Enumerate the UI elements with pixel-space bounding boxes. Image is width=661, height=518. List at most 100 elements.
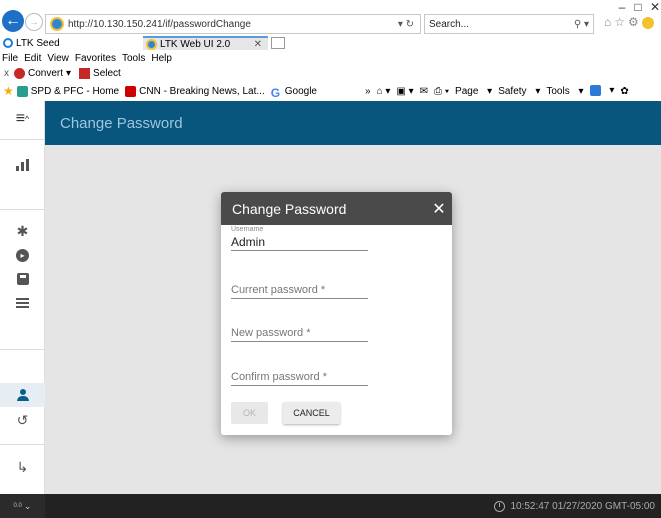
username-label: Username — [231, 226, 264, 233]
convert-pdf-icon — [14, 67, 25, 79]
change-password-dialog: Change Password ✕ Username Admin Current… — [221, 192, 452, 435]
confirm-password-field[interactable]: Confirm password * — [231, 371, 368, 386]
sidebar-item-storage[interactable] — [0, 267, 45, 291]
settings-gear-icon[interactable]: ⚙ — [628, 15, 642, 29]
favorite-google[interactable]: G Google — [270, 85, 317, 100]
safety-menu[interactable]: Safety ▾ — [498, 86, 540, 97]
bar-chart-icon — [16, 159, 29, 171]
tab-label: LTK Web UI 2.0 — [160, 38, 231, 50]
menu-help[interactable]: Help — [151, 53, 172, 64]
home-page-icon[interactable]: ⌂ ▾ — [377, 86, 391, 97]
tab-label: LTK Seed — [16, 37, 60, 49]
search-box[interactable]: Search... ⚲ ▾ — [424, 14, 594, 34]
command-bar: x Convert ▾ Select — [0, 66, 121, 80]
help-icon[interactable]: ▾ — [589, 85, 614, 97]
current-password-field[interactable]: Current password * — [231, 284, 368, 299]
favorites-tools: » ⌂ ▾ ▣ ▾ ✉ ⎙ ▾ Page ▾ Safety ▾ Tools ▾ … — [365, 82, 635, 100]
print-icon[interactable]: ⎙ ▾ — [434, 86, 449, 97]
close-icon[interactable]: ✕ — [426, 199, 452, 219]
clock-icon — [494, 500, 506, 512]
spd-icon — [16, 85, 28, 97]
status-time: 10:52:47 01/27/2020 GMT-05:00 — [510, 500, 655, 512]
menu-favorites[interactable]: Favorites — [75, 53, 116, 64]
ie-page-icon — [50, 17, 64, 31]
select-button[interactable]: Select — [93, 68, 121, 79]
sidebar-item-user[interactable] — [0, 383, 45, 407]
chevron-down-icon[interactable]: ⌄ — [24, 501, 32, 512]
sidebar-item-settings[interactable]: ✱ — [0, 219, 45, 243]
tab-favicon-icon — [3, 38, 13, 48]
sidebar-item-logout[interactable]: ↳ — [0, 455, 45, 479]
menu-edit[interactable]: Edit — [24, 53, 41, 64]
extension-icon[interactable]: ✿ — [620, 86, 628, 97]
gear-icon: ✱ — [16, 222, 29, 239]
menu-tools[interactable]: Tools — [122, 53, 145, 64]
back-arrow-icon[interactable]: ← — [2, 10, 24, 32]
page-title: Change Password — [60, 114, 183, 132]
smiley-feedback-icon[interactable] — [641, 16, 654, 29]
confirm-password-input[interactable]: Confirm password * — [231, 371, 368, 385]
favorite-label: Google — [284, 85, 317, 97]
favorite-spd[interactable]: SPD & PFC - Home — [16, 85, 120, 97]
rss-feed-icon[interactable]: ▣ ▾ — [396, 86, 413, 97]
sidebar-item-history[interactable]: ↺ — [0, 407, 45, 433]
list-icon — [16, 298, 29, 308]
version-label: 0.0 — [13, 503, 22, 509]
close-bar-icon[interactable]: x — [4, 68, 9, 79]
dialog-header: Change Password ✕ — [221, 192, 452, 225]
home-icon[interactable]: ⌂ — [604, 15, 614, 29]
circle-arrow-icon: ▸ — [16, 248, 29, 262]
cnn-icon — [125, 85, 137, 97]
search-icon[interactable]: ⚲ ▾ — [574, 19, 589, 30]
search-input[interactable]: Search... — [429, 19, 574, 30]
favorite-cnn[interactable]: CNN - Breaking News, Lat... — [125, 85, 265, 97]
sidebar-item-dashboard[interactable] — [0, 153, 45, 177]
dialog-title: Change Password — [232, 200, 347, 217]
new-password-input[interactable]: New password * — [231, 327, 368, 341]
tab-ie-icon — [146, 38, 157, 50]
logout-arrow-icon: ↳ — [16, 458, 29, 475]
forward-arrow-icon[interactable]: → — [25, 13, 43, 31]
address-url[interactable]: http://10.130.150.241/if/passwordChange — [68, 19, 398, 30]
address-dropdown-icon[interactable]: ▾ ↻ — [398, 19, 414, 30]
page-menu[interactable]: Page ▾ — [455, 86, 492, 97]
favorites-bar: ★ SPD & PFC - Home CNN - Breaking News, … — [0, 82, 661, 100]
tab-ltk-seed[interactable]: LTK Seed — [0, 36, 140, 50]
convert-button[interactable]: Convert — [28, 68, 63, 79]
sidebar-item-list[interactable] — [0, 291, 45, 315]
address-bar[interactable]: http://10.130.150.241/if/passwordChange … — [45, 14, 421, 34]
google-icon: G — [270, 85, 281, 100]
current-password-input[interactable]: Current password * — [231, 284, 368, 298]
menu-file[interactable]: File — [2, 53, 18, 64]
new-tab-button[interactable] — [271, 37, 285, 49]
ok-button[interactable]: OK — [231, 402, 268, 424]
menu-bar: File Edit View Favorites Tools Help — [0, 51, 174, 65]
mail-icon[interactable]: ✉ — [420, 86, 428, 97]
close-tab-icon[interactable]: ✕ — [254, 39, 262, 50]
save-icon — [16, 273, 29, 285]
favorites-star-icon[interactable]: ★ — [3, 84, 14, 98]
sidebar-item-info[interactable]: ▸ — [0, 243, 45, 267]
close-window-icon[interactable]: ✕ — [644, 0, 661, 14]
tools-menu[interactable]: Tools ▾ — [546, 86, 583, 97]
browser-toolbar: ← → http://10.130.150.241/if/passwordCha… — [0, 0, 661, 36]
username-field[interactable]: Username Admin — [231, 226, 368, 251]
cancel-button[interactable]: CANCEL — [283, 402, 340, 424]
convert-dropdown-icon[interactable]: ▾ — [66, 68, 71, 79]
more-chevron-icon[interactable]: » — [365, 86, 371, 97]
version-bar: 0.0 ⌄ — [0, 494, 45, 518]
menu-view[interactable]: View — [47, 53, 69, 64]
sidebar: ≡ ^ ✱ ▸ ↺ ↳ 0.0 ⌄ — [0, 101, 45, 518]
username-value[interactable]: Admin — [231, 235, 368, 249]
new-password-field[interactable]: New password * — [231, 327, 368, 342]
browser-right-icons: ⌂☆⚙ — [604, 15, 654, 29]
status-bar: 10:52:47 01/27/2020 GMT-05:00 — [45, 494, 661, 518]
favorite-label: CNN - Breaking News, Lat... — [139, 85, 265, 97]
history-icon: ↺ — [16, 411, 29, 428]
person-icon — [16, 389, 29, 401]
menu-hamburger-icon[interactable]: ≡ ^ — [0, 109, 45, 129]
tab-ltk-web-ui[interactable]: LTK Web UI 2.0 ✕ — [143, 36, 268, 50]
favorite-label: SPD & PFC - Home — [30, 85, 120, 97]
select-icon — [79, 67, 91, 79]
favorites-star-icon[interactable]: ☆ — [614, 15, 628, 29]
